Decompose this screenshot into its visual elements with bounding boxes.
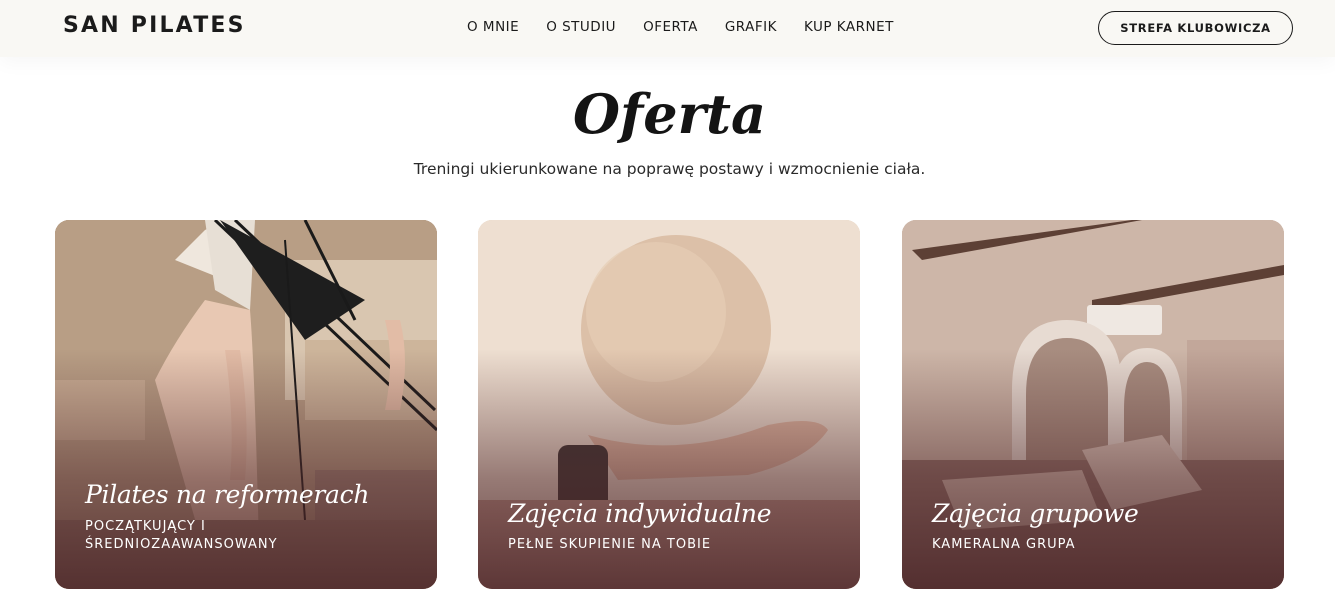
nav-item-grafik[interactable]: GRAFIK (725, 19, 777, 35)
page-title: Oferta (572, 82, 766, 146)
offer-card-individual[interactable]: Zajęcia indywidualne PEŁNE SKUPIENIE NA … (478, 220, 860, 589)
card-title: Pilates na reformerach (85, 480, 370, 509)
card-title: Zajęcia indywidualne (508, 499, 772, 528)
site-logo[interactable]: SAN PILATES (63, 13, 246, 38)
nav-item-o-mnie[interactable]: O MNIE (467, 19, 519, 35)
card-subtitle-line1: POCZĄTKUJĄCY I (85, 519, 206, 534)
card-subtitle-line1: PEŁNE SKUPIENIE NA TOBIE (508, 537, 712, 552)
card-subtitle-line1: KAMERALNA GRUPA (932, 537, 1076, 552)
club-zone-button[interactable]: STREFA KLUBOWICZA (1098, 11, 1293, 45)
site-header: SAN PILATES O MNIE O STUDIU OFERTA GRAFI… (0, 0, 1335, 57)
nav-item-oferta[interactable]: OFERTA (643, 19, 698, 35)
card-overlay (902, 220, 1284, 589)
nav-item-o-studiu[interactable]: O STUDIU (546, 19, 616, 35)
main-nav: O MNIE O STUDIU OFERTA GRAFIK KUP KARNET (467, 19, 921, 35)
offer-card-group[interactable]: Zajęcia grupowe KAMERALNA GRUPA (902, 220, 1284, 589)
nav-item-kup-karnet[interactable]: KUP KARNET (804, 19, 894, 35)
page-subtitle: Treningi ukierunkowane na poprawę postaw… (413, 160, 926, 178)
offer-card-reformer[interactable]: Pilates na reformerach POCZĄTKUJĄCY I ŚR… (55, 220, 437, 589)
card-title: Zajęcia grupowe (932, 499, 1139, 528)
card-overlay (478, 220, 860, 589)
card-subtitle-line2: ŚREDNIOZAAWANSOWANY (85, 537, 278, 552)
